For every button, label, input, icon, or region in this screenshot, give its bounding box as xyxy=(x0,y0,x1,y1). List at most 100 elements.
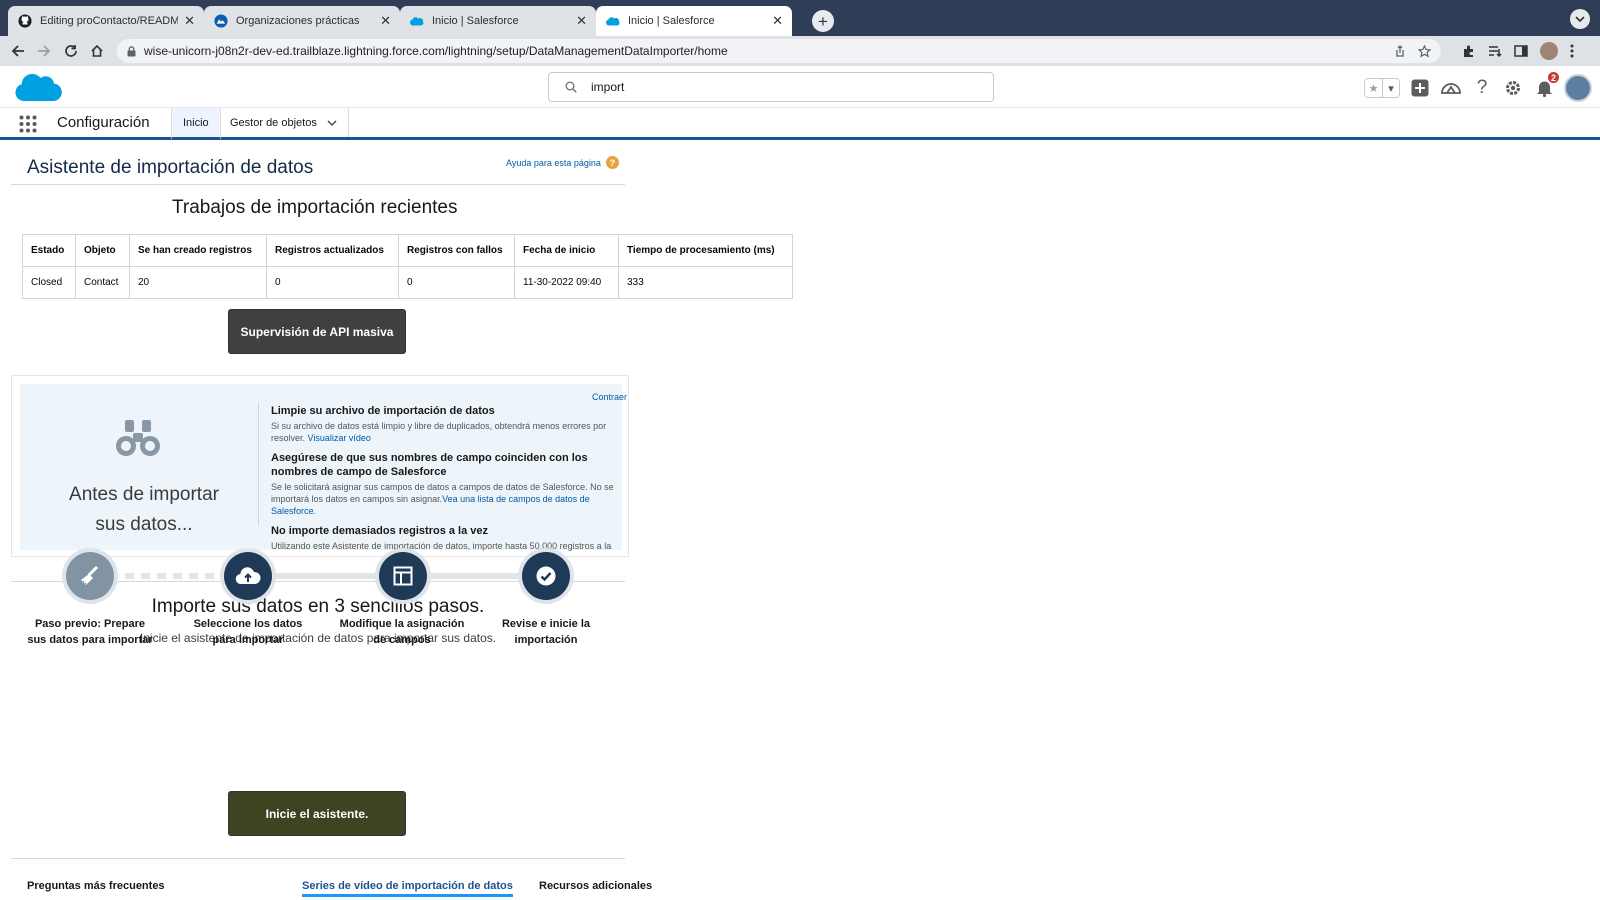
step-map-fields xyxy=(375,548,431,604)
tip-heading: No importe demasiados registros a la vez xyxy=(271,525,489,537)
notification-count-badge: 2 xyxy=(1547,71,1560,84)
favorites-dropdown-icon[interactable]: ▾ xyxy=(1382,79,1399,97)
column-header: Registros con fallos xyxy=(398,234,515,267)
tab-additional-resources[interactable]: Recursos adicionales xyxy=(539,880,652,892)
tip-heading: Limpie su archivo de importación de dato… xyxy=(271,405,495,417)
cell-created: 20 xyxy=(129,266,267,299)
before-import-title-line1: Antes de importar xyxy=(69,484,219,505)
help-icon[interactable]: ? xyxy=(1471,77,1493,99)
launch-wizard-button[interactable]: Inicie el asistente. xyxy=(228,791,406,836)
home-icon[interactable] xyxy=(88,42,106,60)
browser-tab-strip: Editing proContacto/README.r ✕ Organizac… xyxy=(0,0,1600,36)
user-avatar[interactable] xyxy=(1564,74,1592,102)
salesforce-logo-icon[interactable] xyxy=(12,70,62,104)
binoculars-icon xyxy=(116,420,160,458)
step-connector xyxy=(272,573,379,579)
before-import-title: Antes de importar sus datos... xyxy=(38,480,250,540)
tab-faq[interactable]: Preguntas más frecuentes xyxy=(27,880,165,892)
help-link-text: Ayuda para esta página xyxy=(506,157,601,168)
search-icon xyxy=(565,81,577,93)
trailhead-icon xyxy=(213,14,228,29)
tab-title: Inicio | Salesforce xyxy=(628,15,715,27)
url-text: wise-unicorn-j08n2r-dev-ed.trailblaze.li… xyxy=(144,44,728,58)
browser-tab-trailhead[interactable]: Organizaciones prácticas ✕ xyxy=(204,6,400,36)
close-icon[interactable]: ✕ xyxy=(772,13,783,29)
close-icon[interactable]: ✕ xyxy=(380,13,391,29)
salesforce-cloud-icon xyxy=(605,14,620,29)
forward-icon[interactable] xyxy=(35,42,53,60)
divider xyxy=(11,858,625,859)
share-icon[interactable] xyxy=(1394,45,1406,57)
browser-tab-salesforce-1[interactable]: Inicio | Salesforce ✕ xyxy=(400,6,596,36)
tab-inicio[interactable]: Inicio xyxy=(171,108,221,140)
broom-icon xyxy=(66,552,114,600)
tab-search-button[interactable] xyxy=(1570,9,1590,29)
close-icon[interactable]: ✕ xyxy=(184,13,195,29)
lock-icon xyxy=(127,45,136,56)
global-search-input[interactable]: import xyxy=(548,72,994,102)
cell-updated: 0 xyxy=(266,266,399,299)
search-value: import xyxy=(591,80,625,94)
column-header: Registros actualizados xyxy=(266,234,399,267)
step-label: Revise e inicie la importación xyxy=(501,618,591,646)
reading-list-icon[interactable] xyxy=(1488,44,1502,58)
address-bar[interactable]: wise-unicorn-j08n2r-dev-ed.trailblaze.li… xyxy=(117,39,1441,63)
main-content: Asistente de importación de datos Ayuda … xyxy=(0,140,1600,900)
extensions-icon[interactable] xyxy=(1462,44,1476,58)
step-select-data xyxy=(220,548,276,604)
favorites-group[interactable]: ★ ▾ xyxy=(1364,78,1400,98)
step-connector xyxy=(427,573,521,579)
before-import-title-line2: sus datos... xyxy=(95,514,193,535)
watch-video-link[interactable]: Visualizar vídeo xyxy=(308,433,371,443)
step-label: Modifique la asignación de campos xyxy=(339,618,465,646)
tip-body: Se le solicitará asignar sus campos de d… xyxy=(271,481,621,517)
tip-body: Utilizando este Asistente de importación… xyxy=(271,540,621,552)
cell-processing-time: 333 xyxy=(618,266,793,299)
step-connector-dash xyxy=(173,573,182,579)
step-connector-dash xyxy=(141,573,150,579)
favorite-star-icon[interactable]: ★ xyxy=(1365,79,1382,97)
cell-start-date: 11-30-2022 09:40 xyxy=(514,266,619,299)
reload-icon[interactable] xyxy=(62,42,80,60)
notifications-bell-icon[interactable]: 2 xyxy=(1533,71,1560,99)
before-import-panel: Antes de importar sus datos... Contraer … xyxy=(11,375,629,557)
close-icon[interactable]: ✕ xyxy=(576,13,587,29)
tab-object-manager[interactable]: Gestor de objetos xyxy=(219,108,349,137)
browser-tab-github[interactable]: Editing proContacto/README.r ✕ xyxy=(8,6,204,36)
cloud-upload-icon xyxy=(224,552,272,600)
cell-status: Closed xyxy=(22,266,76,299)
app-launcher-icon[interactable] xyxy=(19,115,37,133)
layout-icon xyxy=(379,552,427,600)
tips-list: Limpie su archivo de importación de dato… xyxy=(271,404,621,552)
browser-toolbar: wise-unicorn-j08n2r-dev-ed.trailblaze.li… xyxy=(0,36,1600,66)
help-for-this-page-link[interactable]: Ayuda para esta página ? xyxy=(506,156,619,169)
trailhead-guidance-icon[interactable] xyxy=(1440,77,1462,99)
more-menu-icon[interactable] xyxy=(1570,44,1574,58)
side-panel-icon[interactable] xyxy=(1514,44,1528,58)
app-name: Configuración xyxy=(57,114,150,131)
vertical-divider xyxy=(258,402,259,526)
collapse-link[interactable]: Contraer xyxy=(592,392,627,402)
step-prepare xyxy=(62,548,118,604)
help-icon: ? xyxy=(605,156,619,169)
step-connector-dash xyxy=(125,573,134,579)
step-connector-dash xyxy=(157,573,166,579)
new-tab-button[interactable]: + xyxy=(812,10,834,32)
column-header: Estado xyxy=(22,234,76,267)
divider xyxy=(11,184,625,185)
tip-heading: Asegúrese de que sus nombres de campo co… xyxy=(271,452,588,478)
global-actions-icon[interactable] xyxy=(1409,77,1431,99)
step-review xyxy=(518,548,574,604)
tip-body: Si su archivo de datos está limpio y lib… xyxy=(271,420,621,444)
step-connector-dash xyxy=(189,573,198,579)
tab-video-series[interactable]: Series de vídeo de importación de datos xyxy=(302,880,513,897)
chevron-down-icon[interactable] xyxy=(327,120,337,126)
setup-gear-icon[interactable] xyxy=(1502,77,1524,99)
cell-failed: 0 xyxy=(398,266,515,299)
browser-tab-salesforce-active[interactable]: Inicio | Salesforce ✕ xyxy=(596,6,792,36)
profile-avatar-icon[interactable] xyxy=(1540,42,1558,60)
bulk-api-monitoring-button[interactable]: Supervisión de API masiva xyxy=(228,309,406,354)
table-row: Closed Contact 20 0 0 11-30-2022 09:40 3… xyxy=(22,266,793,299)
bookmark-star-icon[interactable] xyxy=(1418,44,1431,58)
back-icon[interactable] xyxy=(9,42,27,60)
